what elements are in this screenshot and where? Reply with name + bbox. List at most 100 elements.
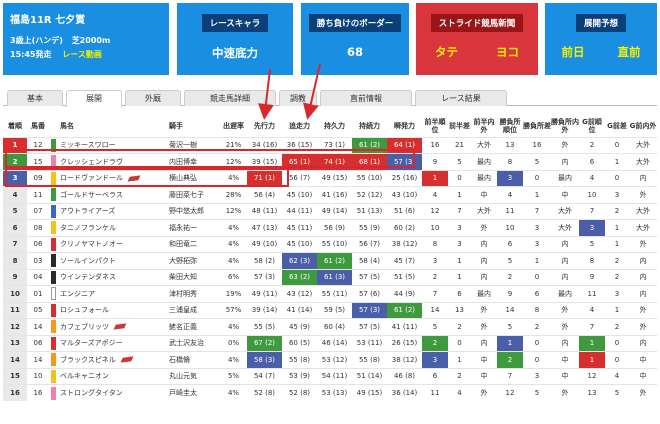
jockey-cell[interactable]: 福永祐一 — [167, 219, 220, 236]
fo-cell: 1 — [422, 169, 448, 187]
jockey-cell[interactable]: 石橋脩 — [167, 351, 220, 368]
md-cell: 1 — [523, 252, 551, 269]
horse-name-cell[interactable]: カフェブリッツ — [58, 318, 167, 335]
horse-name-cell[interactable]: クリノヤマトノオー — [58, 235, 167, 253]
horse-name-cell[interactable]: ベルキャニオン — [58, 367, 167, 385]
tab-horse-detail[interactable]: 競走馬詳細 — [184, 90, 276, 106]
jockey-cell[interactable]: 柴田大知 — [167, 268, 220, 286]
table-row[interactable]: 8 03 ソールインパクト 大野拓弥 4% 58 (2) 62 (3) 61 (2) 58 (4… — [3, 252, 657, 269]
table-row[interactable]: 10 01 エンジニア 津村明秀 19% 49 (11) 43 (12) 55 (11) 57 … — [3, 285, 657, 302]
race-time: 15:45発走 — [10, 50, 52, 59]
jockey-cell[interactable]: 蛯名正義 — [167, 318, 220, 335]
horse-name-cell[interactable]: ソールインパクト — [58, 252, 167, 269]
horse-name-cell[interactable]: ロードヴァンドール — [58, 169, 167, 187]
horse-name[interactable]: アウトライアーズ — [60, 207, 115, 215]
horse-name[interactable]: カフェブリッツ — [60, 323, 109, 331]
horse-name-cell[interactable]: クレッシェンドラヴ — [58, 153, 167, 170]
just-before-button[interactable]: 直前 — [618, 44, 641, 60]
tab-training[interactable]: 調教 — [279, 90, 317, 106]
horse-name-cell[interactable]: ロシュフォール — [58, 301, 167, 319]
horse-name[interactable]: ロードヴァンドール — [60, 174, 123, 182]
horse-name[interactable]: タニノフランケル — [60, 224, 116, 232]
frame-color-cell — [49, 318, 58, 335]
pace-forecast-label: 展開予想 — [575, 14, 626, 32]
horse-name-cell[interactable]: ミッキースワロー — [58, 136, 167, 154]
shunpatsu-cell: 41 (11) — [387, 318, 422, 335]
jockey-cell[interactable]: 野中悠太郎 — [167, 202, 220, 220]
horse-name-cell[interactable]: ブラックスピネル — [58, 351, 167, 368]
table-row[interactable]: 4 11 ゴールドサーベラス 藤田菜七子 28% 56 (4) 45 (10) 41 (16)… — [3, 186, 657, 203]
frame-color-cell — [49, 235, 58, 253]
jizoku-cell: 57 (5) — [352, 268, 387, 286]
jockey-cell[interactable]: 菊沢一樹 — [167, 136, 220, 154]
table-row[interactable]: 14 14 ブラックスピネル 石橋脩 4% 58 (3) 55 (8) 53 (12) 55 (… — [3, 351, 657, 368]
table-row[interactable]: 3 09 ロードヴァンドール 横山典弘 4% 71 (1) 56 (7) 49 (15) 55 … — [3, 169, 657, 187]
jikyu-cell: 60 (4) — [317, 318, 352, 335]
jizoku-cell: 57 (6) — [352, 285, 387, 302]
jockey-cell[interactable]: 和田竜二 — [167, 235, 220, 253]
gio-cell: 外 — [629, 384, 657, 401]
table-row[interactable]: 11 05 ロシュフォール 三浦皇成 57% 39 (14) 41 (14) 59 (5) 57… — [3, 301, 657, 319]
table-row[interactable]: 1 12 ミッキースワロー 菊沢一樹 21% 34 (16) 36 (15) 73 (1) 61… — [3, 136, 657, 154]
horse-name-cell[interactable]: エンジニア — [58, 285, 167, 302]
horse-name[interactable]: エンジニア — [60, 290, 95, 298]
table-row[interactable]: 6 08 タニノフランケル 福永祐一 4% 47 (13) 45 (11) 56 (9) 55 … — [3, 219, 657, 236]
horse-name[interactable]: ブラックスピネル — [60, 356, 116, 364]
table-row[interactable]: 2 15 クレッシェンドラヴ 内田博幸 12% 39 (15) 65 (1) 74 (1) 68… — [3, 153, 657, 170]
horse-name-cell[interactable]: ストロングタイタン — [58, 384, 167, 401]
tab-basic[interactable]: 基本 — [7, 90, 63, 106]
jockey-cell[interactable]: 横山典弘 — [167, 169, 220, 187]
previous-day-button[interactable]: 前日 — [562, 44, 585, 60]
horse-name[interactable]: マルターズアポジー — [60, 339, 123, 347]
horse-name[interactable]: ストロングタイタン — [60, 389, 123, 397]
gd-cell: 0 — [605, 351, 629, 368]
jockey-cell[interactable]: 津村明秀 — [167, 285, 220, 302]
mo-cell: 5 — [497, 318, 523, 335]
jockey-cell[interactable]: 武士沢友治 — [167, 334, 220, 352]
horse-name[interactable]: ゴールドサーベラス — [60, 191, 123, 199]
rank-cell: 15 — [3, 367, 27, 385]
rank-cell: 6 — [3, 219, 27, 236]
senko-cell: 49 (10) — [247, 235, 282, 253]
horse-name[interactable]: クリノヤマトノオー — [60, 240, 123, 248]
table-row[interactable]: 7 06 クリノヤマトノオー 和田竜二 4% 49 (10) 45 (10) 55 (10) 5… — [3, 235, 657, 253]
horse-name[interactable]: ウインテンダネス — [60, 273, 116, 281]
border-value: 68 — [346, 45, 363, 59]
jockey-cell[interactable]: 藤田菜七子 — [167, 186, 220, 203]
jockey-cell[interactable]: 丸山元気 — [167, 367, 220, 385]
table-row[interactable]: 16 16 ストロングタイタン 戸崎圭太 4% 52 (8) 52 (8) 53 (13) 49… — [3, 384, 657, 401]
tab-race-result[interactable]: レース結果 — [415, 90, 507, 106]
tab-latest-info[interactable]: 直前情報 — [320, 90, 412, 106]
horse-name[interactable]: ミッキースワロー — [60, 141, 116, 149]
frame-color-cell — [49, 384, 58, 401]
md-cell: 8 — [523, 301, 551, 319]
yoko-button[interactable]: ヨコ — [496, 44, 519, 60]
table-row[interactable]: 13 06 マルターズアポジー 武士沢友治 0% 67 (2) 60 (5) 46 (14) 5… — [3, 334, 657, 352]
tab-stable[interactable]: 外厩 — [125, 90, 181, 106]
table-row[interactable]: 12 14 カフェブリッツ 蛯名正義 4% 55 (5) 45 (9) 60 (4) 57 (5… — [3, 318, 657, 335]
jockey-cell[interactable]: 三浦皇成 — [167, 301, 220, 319]
table-row[interactable]: 15 10 ベルキャニオン 丸山元気 5% 54 (7) 53 (9) 54 (11) 51 (… — [3, 367, 657, 385]
horse-name-cell[interactable]: マルターズアポジー — [58, 334, 167, 352]
horse-name-cell[interactable]: ウインテンダネス — [58, 268, 167, 286]
horse-name-cell[interactable]: アウトライアーズ — [58, 202, 167, 220]
table-row[interactable]: 5 07 アウトライアーズ 野中悠太郎 12% 48 (11) 44 (11) 49 (14)… — [3, 202, 657, 220]
tab-pace[interactable]: 展開 — [66, 90, 122, 107]
gio-cell: 内 — [629, 252, 657, 269]
frame-color-cell — [49, 367, 58, 385]
fd-cell: 1 — [448, 351, 471, 368]
table-row[interactable]: 9 04 ウインテンダネス 柴田大知 6% 57 (3) 63 (2) 61 (3) 57 (5… — [3, 268, 657, 286]
jockey-cell[interactable]: 戸崎圭太 — [167, 384, 220, 401]
horse-name-cell[interactable]: タニノフランケル — [58, 219, 167, 236]
jockey-cell[interactable]: 内田博幸 — [167, 153, 220, 170]
md-cell: 0 — [523, 351, 551, 368]
tate-button[interactable]: タテ — [435, 44, 458, 60]
horse-name[interactable]: ロシュフォール — [60, 306, 109, 314]
horse-name-cell[interactable]: ゴールドサーベラス — [58, 186, 167, 203]
horse-name[interactable]: クレッシェンドラヴ — [60, 158, 123, 166]
horse-name[interactable]: ソールインパクト — [60, 257, 116, 265]
late-start-rate-cell: 12% — [220, 153, 247, 170]
jockey-cell[interactable]: 大野拓弥 — [167, 252, 220, 269]
race-video-link[interactable]: レース動画 — [62, 50, 102, 59]
horse-name[interactable]: ベルキャニオン — [60, 372, 109, 380]
